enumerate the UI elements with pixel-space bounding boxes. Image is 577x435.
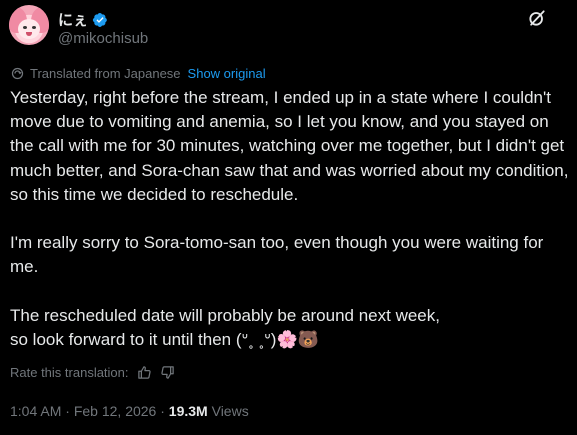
thumbs-down-icon[interactable] [160,365,175,380]
post-body: Yesterday, right before the stream, I en… [10,88,569,350]
rate-translation: Rate this translation: [10,365,175,380]
post-date[interactable]: Feb 12, 2026 [74,403,157,419]
rate-label: Rate this translation: [10,365,129,380]
meta-separator-2: · [160,403,165,419]
translation-notice: Translated from Japanese Show original [10,66,266,81]
views-label: Views [211,403,249,419]
translate-icon [11,67,24,80]
views-count: 19.3M [168,403,208,419]
display-name[interactable]: にぇ [58,9,108,30]
display-name-text[interactable]: にぇ [58,9,88,30]
meta-separator: · [65,403,70,419]
verified-badge-icon [92,12,107,27]
show-original-link[interactable]: Show original [188,66,266,81]
handle[interactable]: @mikochisub [58,30,148,47]
thumbs-up-icon[interactable] [137,365,152,380]
translated-from-label: Translated from Japanese [30,66,181,81]
post-time[interactable]: 1:04 AM [10,403,61,419]
post-meta: 1:04 AM · Feb 12, 2026 · 19.3M Views [10,403,249,419]
avatar[interactable] [9,5,49,45]
grok-icon[interactable] [527,8,547,28]
